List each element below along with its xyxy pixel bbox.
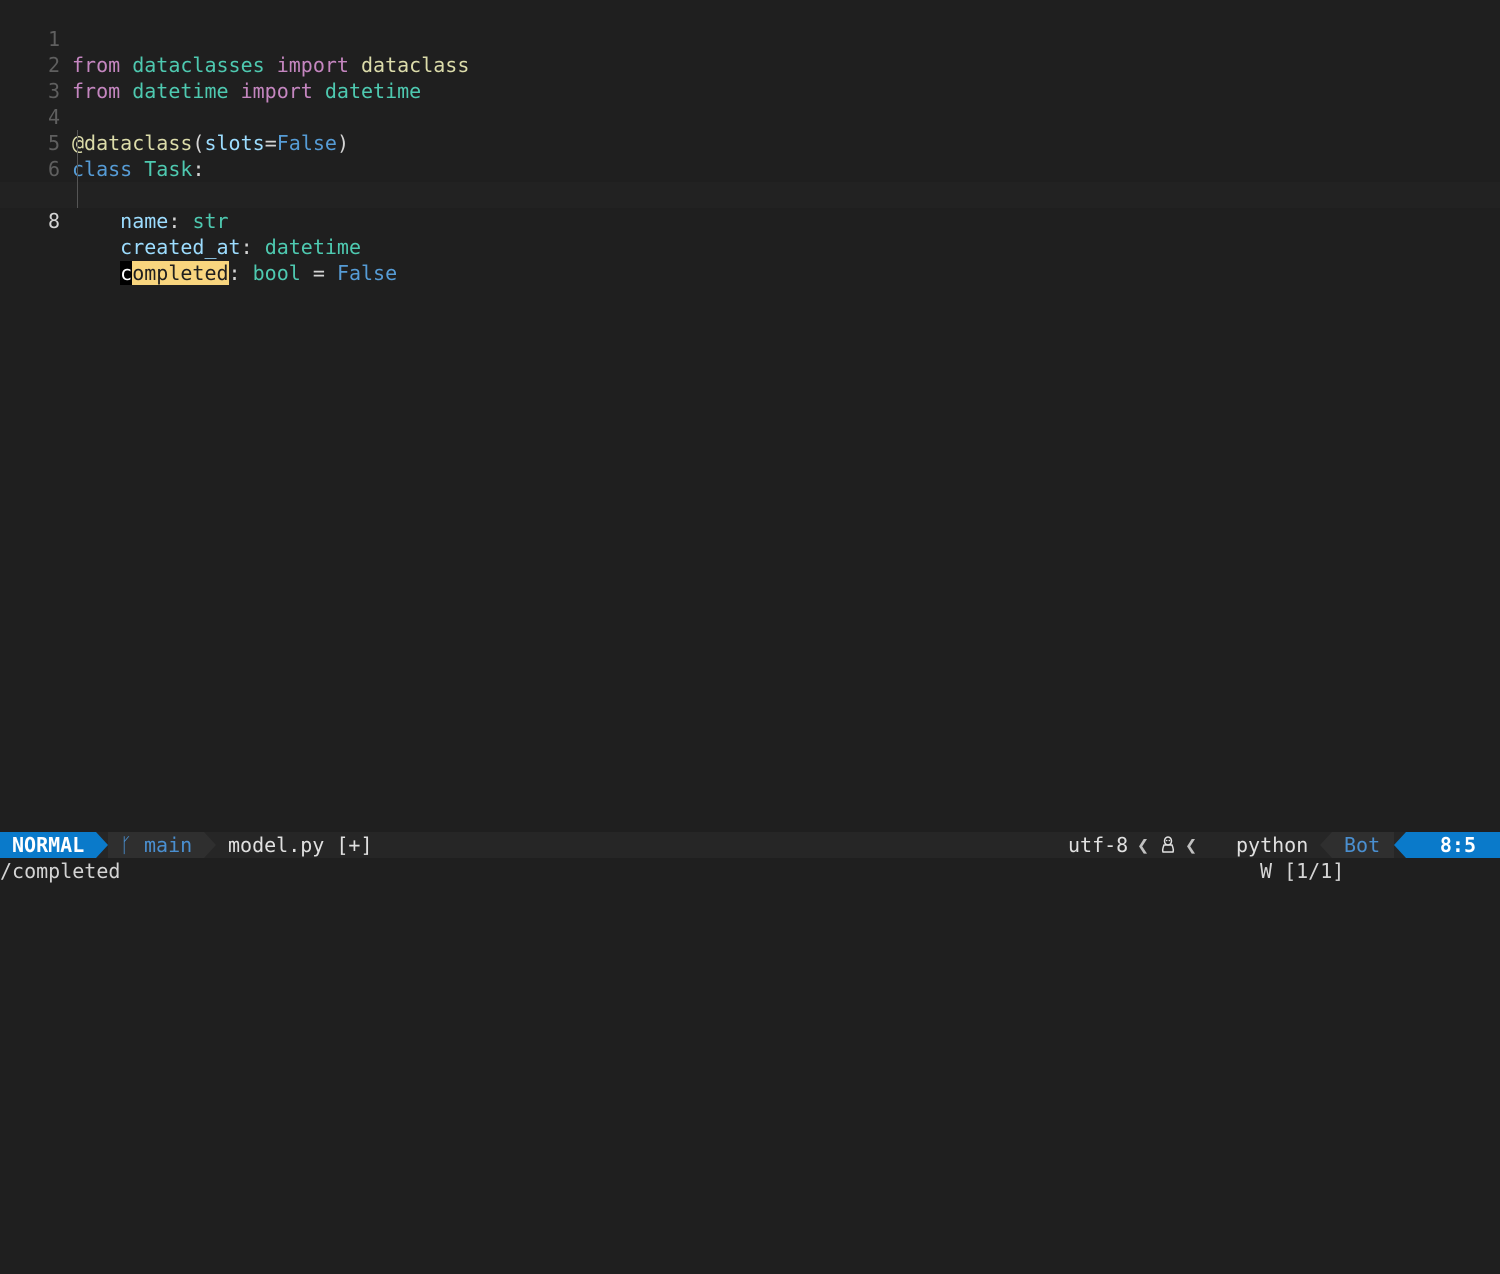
- file-encoding: utf-8: [1068, 833, 1129, 857]
- indent-guide: [77, 156, 78, 182]
- line-number: 8: [47, 209, 60, 233]
- code-line-1[interactable]: 1 from dataclasses import dataclass: [0, 0, 1500, 77]
- separator-icon: ❮: [1137, 833, 1150, 857]
- mode-indicator: NORMAL: [0, 832, 96, 858]
- code-text: name: str: [120, 209, 229, 233]
- separator-icon: ❮: [1185, 833, 1198, 857]
- file-type: python: [1236, 833, 1309, 857]
- file-name: model.py [+]: [228, 833, 373, 857]
- cursor-location: 8:5: [1406, 832, 1500, 858]
- indent-guide: [77, 182, 78, 208]
- code-line-8[interactable]: 8 completed: bool = False: [0, 182, 1500, 285]
- code-line-7[interactable]: 7 created_at: datetime: [0, 156, 1500, 259]
- search-match: ompleted: [132, 261, 229, 285]
- location-separator: [1394, 832, 1406, 858]
- status-line: NORMAL ᚴ main model.py [+] utf-8 ❮ ❮ pyt…: [0, 832, 1500, 882]
- branch-name: main: [144, 833, 193, 857]
- command-line[interactable]: /completed W [1/1]: [0, 858, 1500, 885]
- search-command[interactable]: /completed: [0, 858, 120, 885]
- code-line-5[interactable]: 5 class Task:: [0, 104, 1500, 181]
- scroll-position: Bot: [1332, 832, 1394, 858]
- cursor: c: [120, 261, 133, 285]
- code-text: completed: bool = False: [120, 261, 398, 285]
- git-branch: ᚴ main: [108, 832, 204, 858]
- code-text: created_at: datetime: [120, 235, 362, 259]
- code-line-3[interactable]: 3: [0, 52, 1500, 103]
- branch-separator: [204, 832, 216, 858]
- mode-separator: [96, 832, 108, 858]
- position-separator: [1320, 832, 1332, 858]
- search-count: W [1/1]: [1260, 859, 1345, 883]
- code-line-2[interactable]: 2 from datetime import datetime: [0, 26, 1500, 103]
- git-branch-icon: ᚴ: [120, 833, 132, 857]
- indent-guide: [77, 130, 78, 156]
- editor-buffer[interactable]: 1 from dataclasses import dataclass 2 fr…: [0, 0, 1500, 832]
- code-line-6[interactable]: 6 name: str: [0, 130, 1500, 233]
- code-line-4[interactable]: 4 @dataclass(slots=False): [0, 78, 1500, 155]
- python-icon: [1210, 837, 1276, 882]
